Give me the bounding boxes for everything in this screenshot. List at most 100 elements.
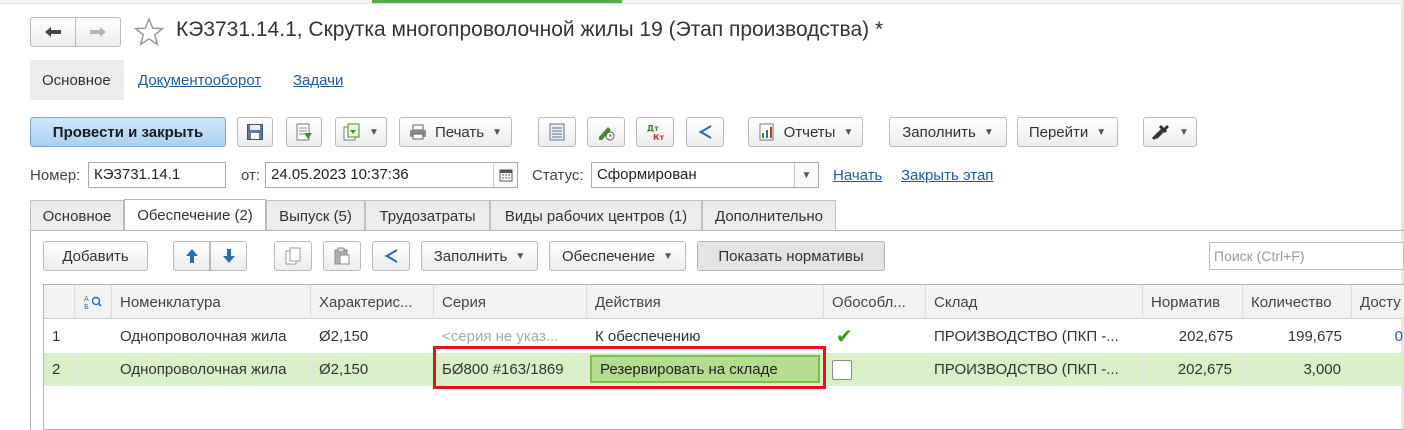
tab-labor-costs[interactable]: Трудозатраты — [365, 200, 490, 231]
move-up-button[interactable] — [173, 241, 210, 271]
dropdown-arrow-icon: ▼ — [1096, 126, 1107, 138]
dropdown-arrow-icon: ▼ — [983, 126, 994, 138]
column-header-warehouse[interactable]: Склад — [926, 285, 1143, 319]
svg-text:Б: Б — [84, 303, 89, 310]
dropdown-arrow-icon: ▼ — [663, 250, 673, 262]
favorite-star-icon[interactable] — [134, 17, 164, 47]
number-field[interactable]: КЭ3731.14.1 — [88, 162, 226, 188]
print-button[interactable]: Печать ▼ — [399, 117, 512, 147]
post-document-button[interactable] — [286, 117, 322, 147]
section-tab-document-flow[interactable]: Документооборот — [138, 60, 261, 100]
structure-button[interactable] — [538, 117, 576, 147]
section-tab-tasks[interactable]: Задачи — [293, 60, 343, 100]
column-header-norm[interactable]: Норматив — [1143, 285, 1243, 319]
column-header-characteristic[interactable]: Характерис... — [311, 285, 434, 319]
nomenclature-cell[interactable]: Однопроволочная жила — [112, 320, 311, 353]
fill-button[interactable]: Заполнить ▼ — [889, 117, 1007, 147]
fill-table-button-label: Заполнить — [433, 247, 508, 265]
status-select[interactable]: Сформирован ▼ — [591, 162, 819, 188]
post-and-close-button[interactable]: Провести и закрыть — [30, 117, 226, 147]
fill-button-label: Заполнить — [902, 123, 976, 141]
svg-text:Дт: Дт — [647, 124, 659, 133]
tab-work-center-types[interactable]: Виды рабочих центров (1) — [490, 200, 702, 231]
create-based-on-icon — [343, 123, 361, 141]
checkmark-icon: ✔ — [836, 326, 853, 348]
column-header-line-number — [44, 285, 75, 319]
provision-button[interactable]: Обеспечение ▼ — [549, 241, 686, 271]
arrow-down-icon — [222, 248, 236, 264]
column-header-available[interactable]: Досту — [1352, 285, 1404, 319]
column-header-separate[interactable]: Обособл... — [824, 285, 926, 319]
date-field-value: 24.05.2023 10:37:36 — [271, 166, 409, 183]
back-button[interactable] — [30, 17, 76, 47]
dropdown-arrow-icon: ▼ — [843, 126, 854, 138]
reports-icon — [758, 123, 776, 141]
post-document-icon — [295, 123, 313, 141]
dt-kt-icon: Дт Кт — [645, 123, 665, 141]
section-tab-main[interactable]: Основное — [30, 60, 124, 100]
reports-button[interactable]: Отчеты ▼ — [748, 117, 863, 147]
characteristic-cell[interactable]: Ø2,150 — [311, 320, 434, 353]
copy-button[interactable] — [274, 241, 312, 271]
column-header-actions[interactable]: Действия — [587, 285, 824, 319]
available-cell[interactable]: 0 — [1352, 320, 1404, 353]
save-button[interactable] — [237, 117, 273, 147]
svg-text:А: А — [84, 295, 89, 303]
separate-checkbox[interactable] — [832, 359, 852, 380]
tab-provision[interactable]: Обеспечение (2) — [124, 199, 266, 231]
edit-history-button[interactable] — [587, 117, 625, 147]
goto-button[interactable]: Перейти ▼ — [1017, 117, 1118, 147]
move-down-button[interactable] — [210, 241, 247, 271]
paste-button[interactable] — [323, 241, 361, 271]
structure-tab-button[interactable] — [372, 241, 410, 271]
close-stage-link[interactable]: Закрыть этап — [901, 167, 993, 184]
goto-button-label: Перейти — [1028, 123, 1089, 141]
status-select-value: Сформирован — [597, 166, 697, 183]
highlight-frame — [433, 346, 826, 389]
show-norms-toggle[interactable]: Показать нормативы — [697, 241, 885, 271]
separate-cell[interactable] — [824, 353, 926, 386]
list-icon — [549, 123, 565, 141]
paste-icon — [334, 247, 350, 265]
characteristic-cell[interactable]: Ø2,150 — [311, 353, 434, 386]
add-button[interactable]: Добавить — [43, 241, 148, 271]
quantity-cell[interactable]: 199,675 — [1243, 320, 1352, 353]
tab-output[interactable]: Выпуск (5) — [266, 200, 365, 231]
chevron-down-icon[interactable]: ▼ — [794, 163, 818, 187]
debit-credit-button[interactable]: Дт Кт — [636, 117, 674, 147]
arrow-up-icon — [185, 248, 199, 264]
arrow-left-icon — [44, 26, 62, 38]
warehouse-cell[interactable]: ПРОИЗВОДСТВО (ПКП -... — [926, 353, 1143, 386]
calendar-icon[interactable] — [493, 163, 517, 187]
tab-additional[interactable]: Дополнительно — [702, 200, 836, 231]
quantity-cell[interactable]: 3,000 — [1243, 353, 1352, 386]
tools-icon — [1151, 123, 1171, 141]
share-structure-icon — [382, 247, 400, 265]
tab-main[interactable]: Основное — [30, 200, 124, 231]
fill-table-button[interactable]: Заполнить ▼ — [421, 241, 538, 271]
status-label: Статус: — [532, 167, 584, 184]
available-cell[interactable] — [1352, 353, 1404, 386]
provision-button-label: Обеспечение — [562, 247, 656, 265]
column-header-nomenclature[interactable]: Номенклатура — [112, 285, 311, 319]
column-header-quantity[interactable]: Количество — [1243, 285, 1352, 319]
floppy-disk-icon — [246, 123, 264, 141]
dropdown-arrow-icon: ▼ — [1179, 126, 1189, 138]
more-actions-button[interactable]: ▼ — [1143, 117, 1197, 147]
printer-icon — [409, 124, 427, 140]
dropdown-arrow-icon: ▼ — [515, 250, 526, 262]
column-header-search-icon[interactable]: АБ — [75, 285, 112, 319]
date-field[interactable]: 24.05.2023 10:37:36 — [265, 162, 518, 188]
column-header-series[interactable]: Серия — [434, 285, 587, 319]
related-documents-button[interactable] — [686, 117, 724, 147]
warehouse-cell[interactable]: ПРОИЗВОДСТВО (ПКП -... — [926, 320, 1143, 353]
search-input[interactable]: Поиск (Ctrl+F) — [1209, 242, 1404, 270]
nomenclature-cell[interactable]: Однопроволочная жила — [112, 353, 311, 386]
create-based-on-button[interactable]: ▼ — [335, 117, 387, 147]
forward-button[interactable] — [75, 17, 121, 47]
table-header: АБ Номенклатура Характерис... Серия Дейс… — [44, 285, 1404, 319]
start-link[interactable]: Начать — [833, 167, 882, 184]
separate-cell[interactable]: ✔ — [824, 320, 926, 353]
row-number: 2 — [44, 353, 75, 386]
row-number: 1 — [52, 328, 61, 345]
